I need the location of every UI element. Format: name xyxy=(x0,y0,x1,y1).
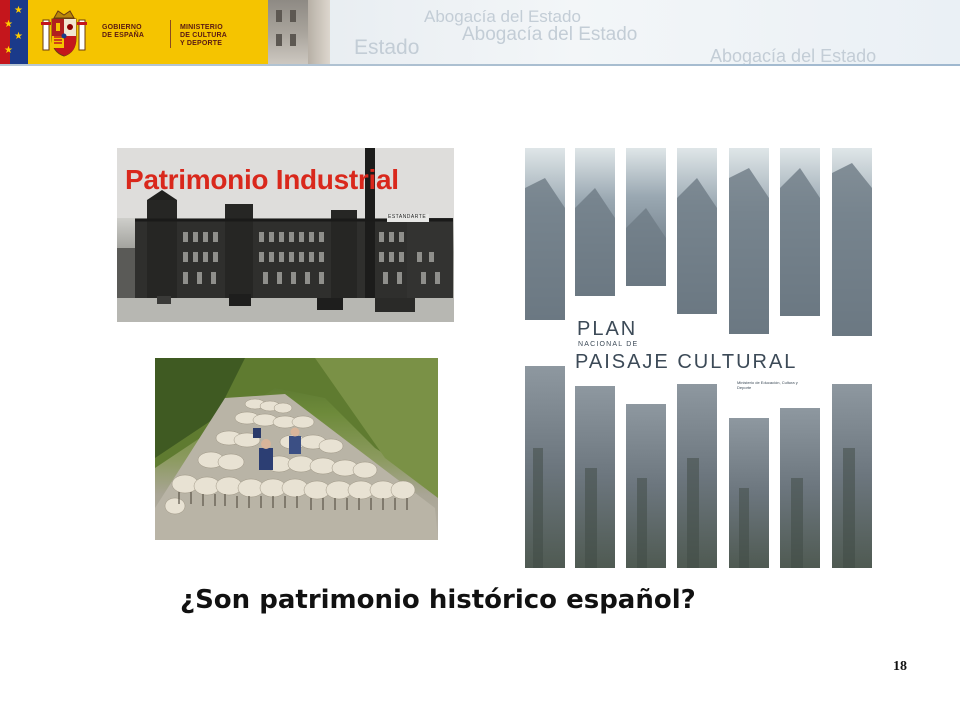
industrial-heritage-photo: ESTANDARTE Patrimonio Industrial xyxy=(117,148,454,322)
building-column xyxy=(308,0,330,66)
gov-line-1: GOBIERNO xyxy=(102,24,142,31)
header-underline xyxy=(0,64,960,66)
star-icon: ★ xyxy=(14,5,23,16)
header-building-photo xyxy=(268,0,330,66)
window-shape xyxy=(276,10,282,22)
sheep-transhumance-photo xyxy=(155,358,438,540)
ministry-line-3: Y DEPORTE xyxy=(180,40,223,47)
divider xyxy=(170,20,171,48)
window-shape xyxy=(290,34,296,46)
watermark-text: Estado xyxy=(354,36,420,59)
page-number: 18 xyxy=(893,659,907,674)
poster-subtitle: NACIONAL DE xyxy=(578,341,639,348)
ministry-name: MINISTERIO DE CULTURA Y DEPORTE xyxy=(180,24,227,48)
star-icon: ★ xyxy=(4,45,13,56)
watermark-text: Abogacía del Estado xyxy=(462,24,638,45)
factory-sign: ESTANDARTE xyxy=(388,214,427,220)
gov-line-2: DE ESPAÑA xyxy=(102,32,145,39)
window-shape xyxy=(290,10,296,22)
question-text: ¿Son patrimonio histórico español? xyxy=(180,585,696,615)
poster-title-line-1: PLAN xyxy=(577,318,638,340)
government-name: GOBIERNO DE ESPAÑA xyxy=(102,24,144,40)
star-icon: ★ xyxy=(14,31,23,42)
coat-of-arms-icon xyxy=(41,10,87,57)
eu-flag-strip: ★ ★ ★ ★ xyxy=(0,0,28,66)
window-shape xyxy=(276,34,282,46)
poster-title-line-2: PAISAJE CULTURAL xyxy=(575,351,798,373)
header-banner: ★ ★ ★ ★ GOBIERNO DE ESPAÑA MINISTERIO DE… xyxy=(0,0,960,66)
star-icon: ★ xyxy=(4,19,13,30)
sheep-flock-illustration xyxy=(155,358,438,540)
ministry-line-1: MINISTERIO xyxy=(180,24,223,31)
paisaje-cultural-poster: PLAN NACIONAL DE PAISAJE CULTURAL Minist… xyxy=(525,148,872,568)
ministry-line-2: DE CULTURA xyxy=(180,32,227,39)
spain-flag-stripe xyxy=(0,0,10,66)
industrial-photo-title: Patrimonio Industrial xyxy=(125,164,399,195)
government-logo: GOBIERNO DE ESPAÑA MINISTERIO DE CULTURA… xyxy=(28,0,268,66)
watermark-text: Abogacía del Estado xyxy=(710,46,877,66)
poster-publisher: Ministerio de Educación, Cultura y Depor… xyxy=(737,380,798,390)
